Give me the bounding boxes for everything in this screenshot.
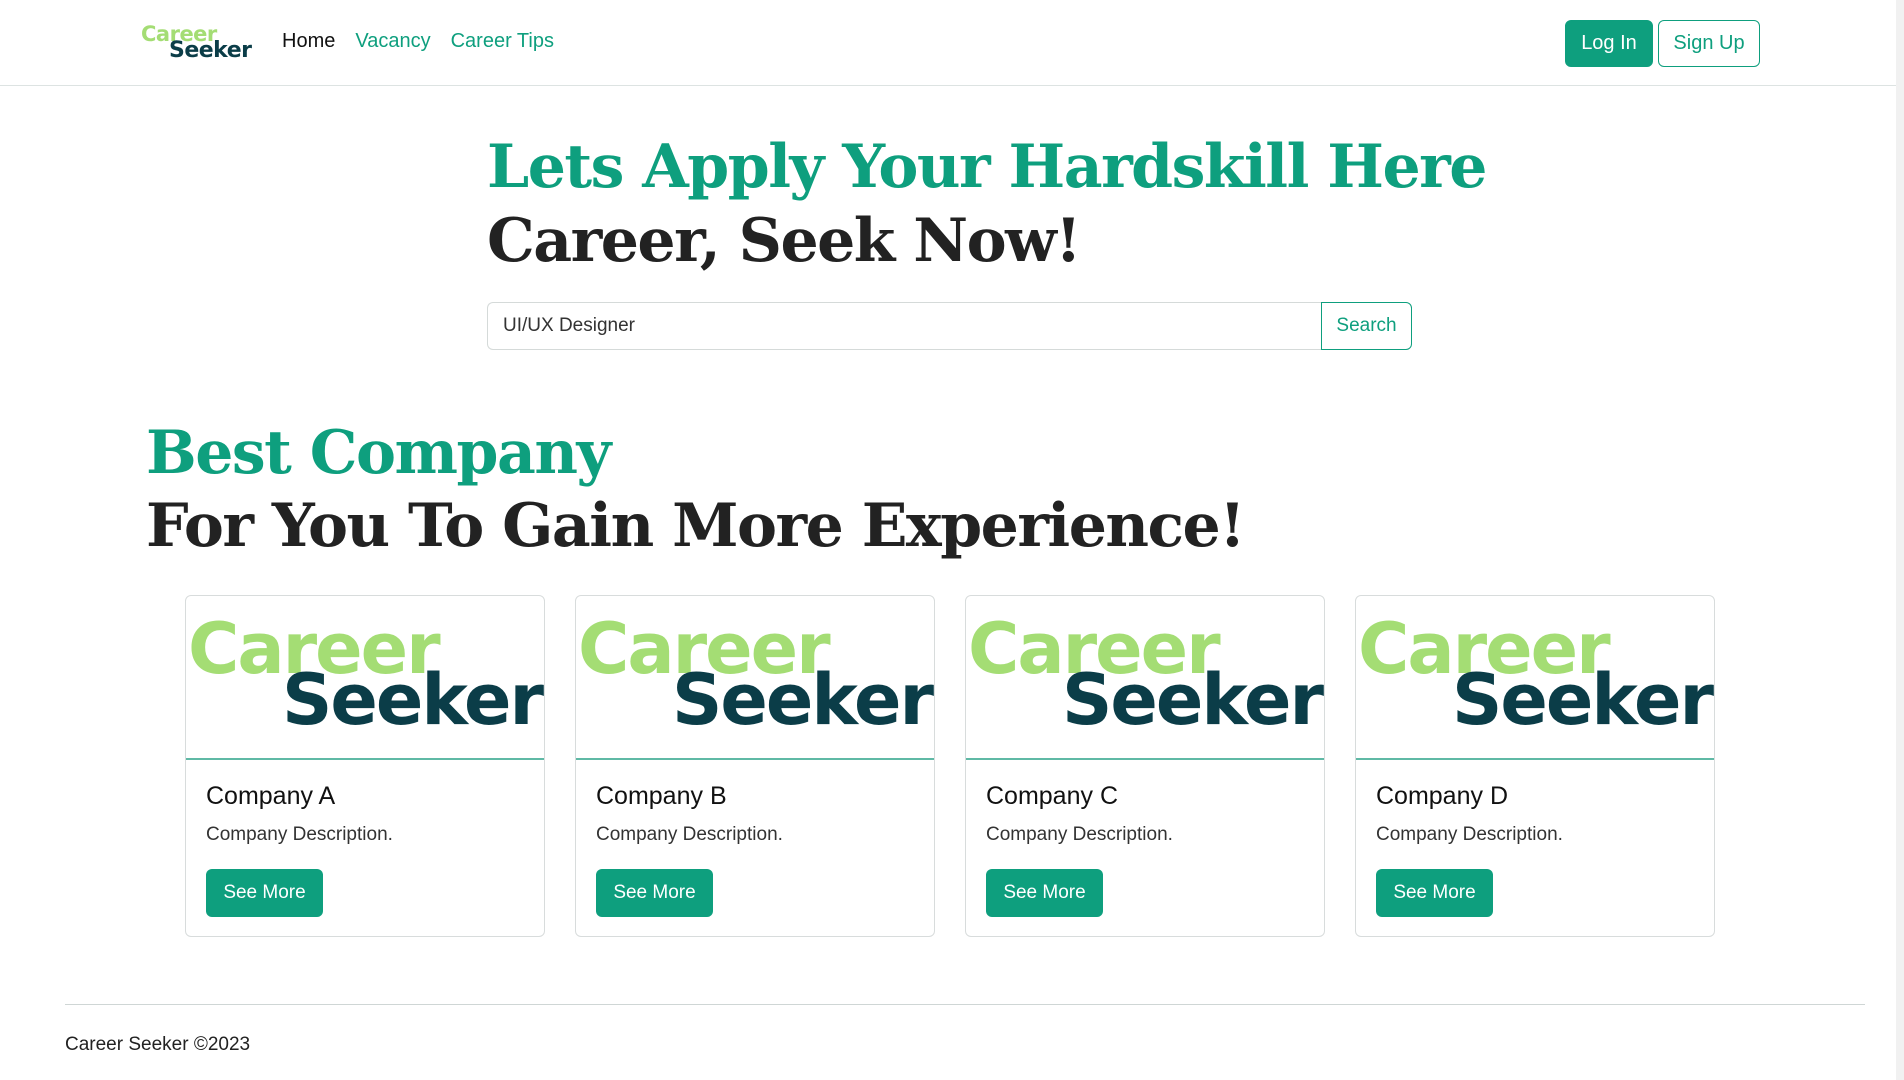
logo-text-seeker: Seeker	[169, 38, 252, 63]
section-title-line1: Best Company	[146, 418, 611, 488]
brand-logo[interactable]: Career Seeker	[141, 24, 253, 64]
company-title: Company C	[986, 782, 1118, 810]
company-description: Company Description.	[1376, 824, 1563, 845]
card-logo-seeker: Seeker	[1062, 659, 1324, 741]
company-logo-image: Career Seeker	[576, 596, 934, 760]
company-title: Company A	[206, 782, 336, 810]
nav-links: Home Vacancy Career Tips	[282, 30, 554, 53]
company-description: Company Description.	[206, 824, 393, 845]
scrollbar[interactable]	[1896, 0, 1904, 1080]
login-button[interactable]: Log In	[1565, 20, 1653, 67]
card-logo-seeker: Seeker	[672, 659, 934, 741]
hero-title-line2: Career, Seek Now!	[487, 206, 1082, 276]
company-logo-image: Career Seeker	[966, 596, 1324, 760]
nav-link-home[interactable]: Home	[282, 30, 335, 53]
footer-divider	[65, 1004, 1865, 1005]
company-card: Career Seeker Company C Company Descript…	[965, 595, 1325, 937]
signup-button[interactable]: Sign Up	[1658, 20, 1760, 67]
company-logo-image: Career Seeker	[186, 596, 544, 760]
footer-copyright: Career Seeker ©2023	[65, 1034, 251, 1055]
company-title: Company B	[596, 782, 727, 810]
nav-link-vacancy[interactable]: Vacancy	[355, 30, 430, 53]
company-description: Company Description.	[596, 824, 783, 845]
navbar: Career Seeker Home Vacancy Career Tips L…	[0, 0, 1896, 86]
search-group: Search	[487, 302, 1412, 350]
nav-link-career-tips[interactable]: Career Tips	[451, 30, 554, 53]
search-button[interactable]: Search	[1321, 302, 1412, 350]
see-more-button[interactable]: See More	[596, 869, 713, 917]
search-input[interactable]	[487, 302, 1321, 350]
section-title-line2: For You To Gain More Experience!	[146, 491, 1246, 561]
hero-title-line1: Lets Apply Your Hardskill Here	[487, 132, 1487, 202]
see-more-button[interactable]: See More	[986, 869, 1103, 917]
see-more-button[interactable]: See More	[206, 869, 323, 917]
company-card: Career Seeker Company A Company Descript…	[185, 595, 545, 937]
see-more-button[interactable]: See More	[1376, 869, 1493, 917]
page: Career Seeker Home Vacancy Career Tips L…	[0, 0, 1904, 1080]
company-description: Company Description.	[986, 824, 1173, 845]
company-card: Career Seeker Company B Company Descript…	[575, 595, 935, 937]
company-card: Career Seeker Company D Company Descript…	[1355, 595, 1715, 937]
card-logo-seeker: Seeker	[282, 659, 544, 741]
card-logo-seeker: Seeker	[1452, 659, 1714, 741]
company-title: Company D	[1376, 782, 1508, 810]
company-logo-image: Career Seeker	[1356, 596, 1714, 760]
